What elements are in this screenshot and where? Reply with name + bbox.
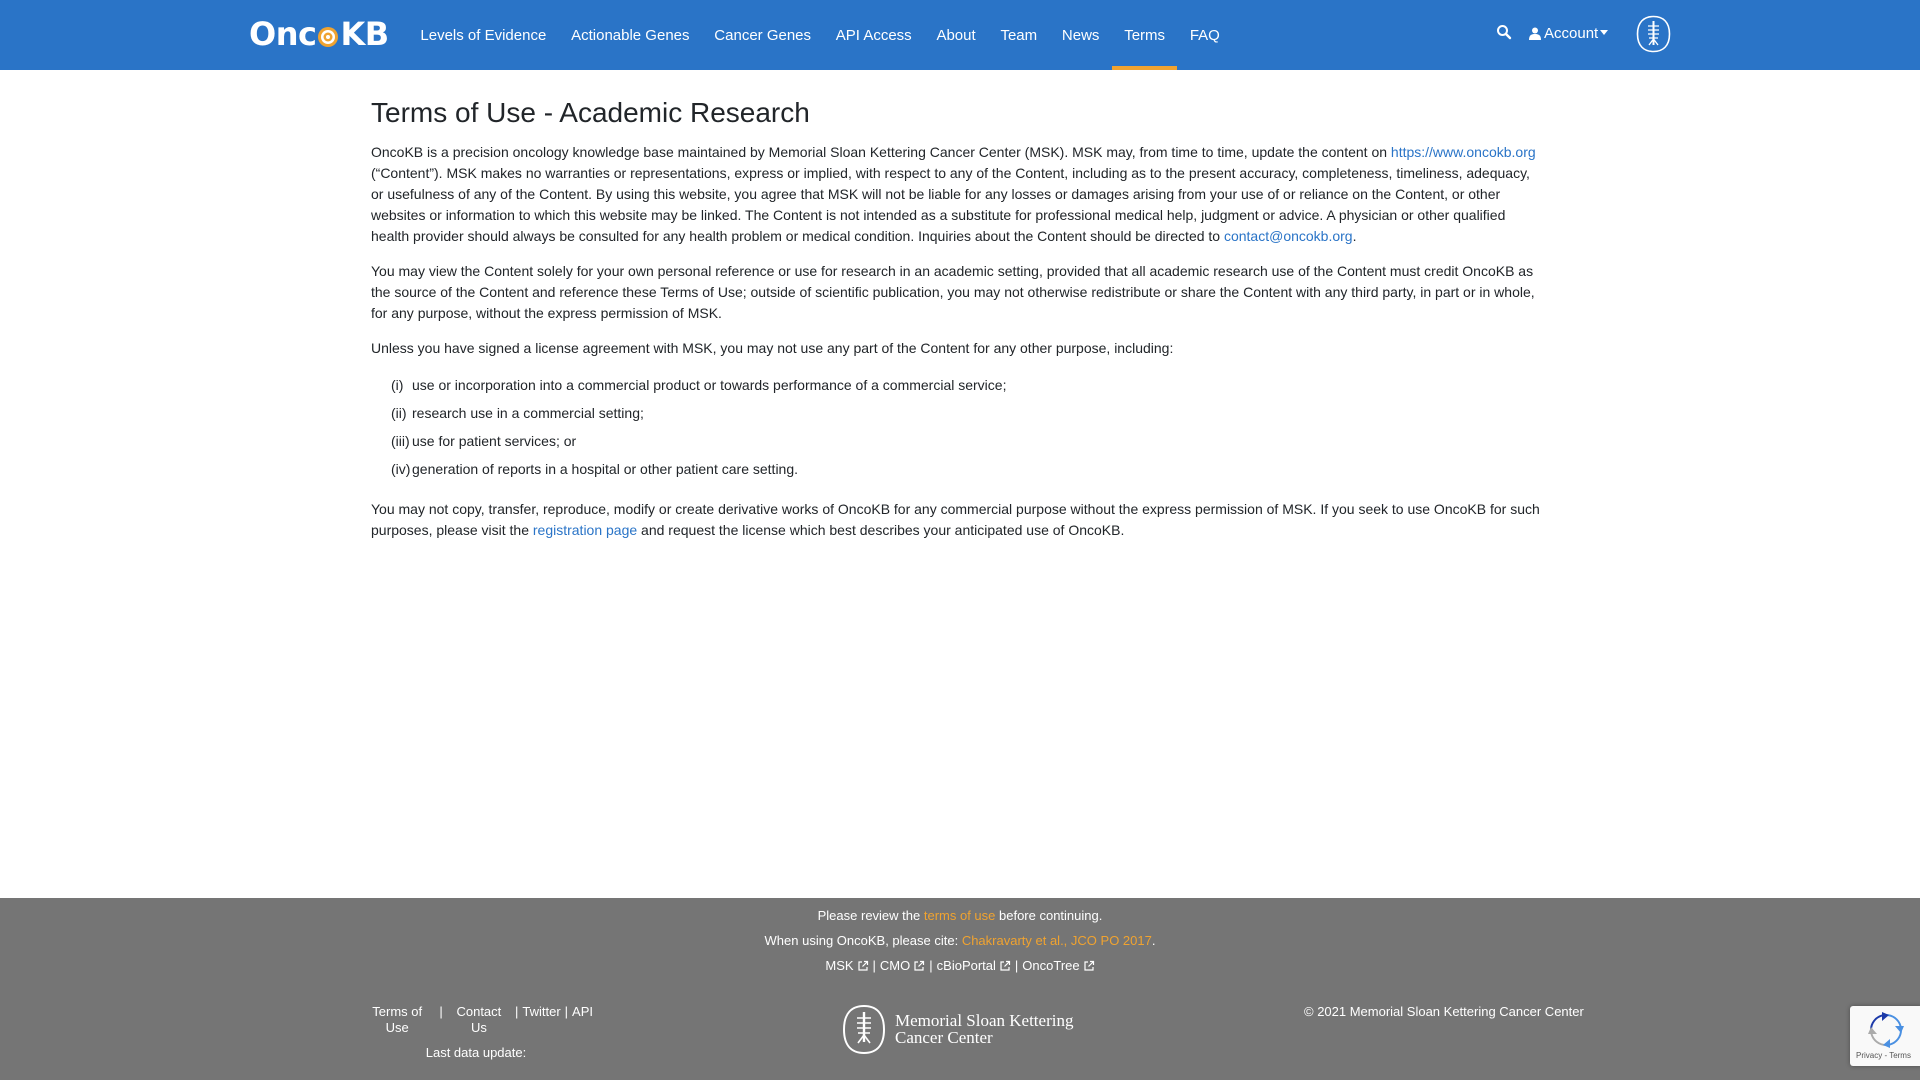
brand-wordmark: Onc KB: [249, 15, 389, 53]
nav-api-access[interactable]: API Access: [823, 0, 924, 70]
footer-api-link[interactable]: API: [572, 1004, 593, 1036]
list-item-number: (iv): [391, 460, 411, 477]
brand-text-suffix: KB: [340, 15, 389, 53]
separator: |: [439, 1004, 443, 1019]
nav-cancer-genes[interactable]: Cancer Genes: [702, 0, 824, 70]
external-link-icon: [1000, 960, 1011, 971]
nav-news[interactable]: News: [1050, 0, 1112, 70]
recaptcha-privacy-terms[interactable]: Privacy - Terms: [1856, 1051, 1911, 1061]
footer-citation: When using OncoKB, please cite: Chakrava…: [0, 933, 1920, 949]
msk-footer-logo[interactable]: Memorial Sloan Kettering Cancer Center: [842, 1003, 1080, 1055]
academic-use-paragraph: You may view the Content solely for your…: [371, 263, 1535, 321]
nav-faq[interactable]: FAQ: [1177, 0, 1232, 70]
list-item-text: use or incorporation into a commercial p…: [412, 376, 1007, 393]
separator: |: [514, 1004, 519, 1019]
user-icon: [1529, 27, 1541, 40]
cmo-external-link[interactable]: CMO: [880, 958, 925, 974]
license-paragraph: Unless you have signed a license agreeme…: [371, 340, 1174, 356]
footer-external-links: MSK | CMO | cBioPortal | OncoTree: [0, 958, 1920, 974]
recaptcha-icon: [1868, 1012, 1904, 1048]
external-link-icon: [1084, 960, 1094, 971]
account-dropdown[interactable]: Account: [1529, 0, 1609, 66]
oncokb-logo[interactable]: Onc KB: [249, 14, 389, 54]
footer-twitter-link[interactable]: Twitter: [522, 1004, 560, 1036]
contact-email-link[interactable]: contact@oncokb.org: [1224, 228, 1353, 244]
oncokb-site-link[interactable]: https://www.oncokb.org: [1391, 144, 1536, 160]
intro-text-c: .: [1352, 228, 1357, 244]
logo-line-2: Cancer Center: [895, 1028, 993, 1047]
main-content: Terms of Use - Academic Research OncoKB …: [371, 96, 1543, 555]
msk-logo-icon[interactable]: [1636, 15, 1671, 53]
brand-text-prefix: Onc: [249, 15, 317, 53]
citation-link[interactable]: Chakravarty et al., JCO PO 2017: [962, 933, 1152, 948]
page-title: Terms of Use - Academic Research: [371, 97, 810, 128]
nav-levels-of-evidence[interactable]: Levels of Evidence: [408, 0, 559, 70]
intro-text-a: OncoKB is a precision oncology knowledge…: [371, 144, 1388, 160]
restrictions-list: (i) use or incorporation into a commerci…: [391, 371, 1543, 483]
list-item: (iii) use for patient services; or: [391, 427, 1543, 455]
list-item: (i) use or incorporation into a commerci…: [391, 371, 1543, 399]
msk-external-link[interactable]: MSK: [825, 958, 868, 974]
review-text-a: Please review the: [817, 908, 924, 923]
last-data-update: Last data update:: [425, 1045, 527, 1060]
cite-text-a: When using OncoKB, please cite:: [764, 933, 962, 948]
target-icon: [318, 27, 339, 47]
commercial-use-paragraph: You may not copy, transfer, reproduce, m…: [371, 499, 1543, 541]
footer-terms-link[interactable]: terms of use: [924, 908, 996, 923]
list-item-number: (iii): [391, 432, 410, 449]
top-navbar: Onc KB Levels of Evidence Actionable Gen…: [0, 0, 1920, 70]
oncotree-external-link[interactable]: OncoTree: [1022, 958, 1094, 974]
separator: |: [1014, 958, 1019, 973]
registration-page-link[interactable]: registration page: [533, 522, 637, 538]
footer-review-notice: Please review the terms of use before co…: [0, 908, 1920, 924]
msk-logo-icon: [842, 1004, 886, 1054]
nav-team[interactable]: Team: [988, 0, 1049, 70]
list-item: (ii) research use in a commercial settin…: [391, 399, 1543, 427]
msk-logo-text: Memorial Sloan Kettering Cancer Center: [895, 1012, 1073, 1046]
list-item-number: (i): [391, 376, 404, 393]
search-icon[interactable]: [1496, 24, 1512, 40]
list-item-text: use for patient services; or: [412, 432, 577, 449]
msk-link-label: MSK: [825, 958, 854, 973]
recaptcha-badge[interactable]: Privacy - Terms: [1850, 1006, 1920, 1066]
copyright: © 2021 Memorial Sloan Kettering Cancer C…: [1304, 1004, 1584, 1019]
cbioportal-external-link[interactable]: cBioPortal: [937, 958, 1011, 974]
chevron-down-icon: [1600, 29, 1609, 35]
main-nav: Levels of Evidence Actionable Genes Canc…: [408, 0, 1232, 70]
cite-text-b: .: [1151, 933, 1156, 948]
footer-terms-of-use-link[interactable]: Terms of Use: [359, 1004, 435, 1036]
cbioportal-link-label: cBioPortal: [936, 958, 996, 973]
cmo-link-label: CMO: [879, 958, 911, 973]
intro-paragraph: OncoKB is a precision oncology knowledge…: [371, 142, 1543, 247]
list-item-text: research use in a commercial setting;: [412, 404, 644, 421]
separator: |: [564, 1004, 569, 1019]
logo-line-1: Memorial Sloan Kettering: [895, 1011, 1074, 1030]
list-item-number: (ii): [391, 404, 407, 421]
list-item: (iv) generation of reports in a hospital…: [391, 455, 1543, 483]
review-text-b: before continuing.: [995, 908, 1103, 923]
external-link-icon: [857, 960, 868, 971]
footer-left-links: Terms of Use | Contact Us | Twitter | AP…: [359, 1004, 593, 1061]
list-item-text: generation of reports in a hospital or o…: [412, 460, 799, 477]
nav-terms[interactable]: Terms: [1111, 0, 1178, 70]
account-label: Account: [1544, 24, 1599, 42]
footer-link-row: Terms of Use | Contact Us | Twitter | AP…: [359, 1004, 593, 1036]
footer-contact-us-link[interactable]: Contact Us: [447, 1004, 511, 1036]
separator: |: [872, 958, 876, 973]
external-link-icon: [914, 960, 925, 971]
separator: |: [929, 958, 933, 973]
nav-about[interactable]: About: [924, 0, 988, 70]
oncotree-link-label: OncoTree: [1022, 958, 1080, 973]
nav-actionable-genes[interactable]: Actionable Genes: [559, 0, 702, 70]
commercial-text-b: and request the license which best descr…: [637, 522, 1125, 538]
footer: Please review the terms of use before co…: [0, 898, 1920, 1080]
